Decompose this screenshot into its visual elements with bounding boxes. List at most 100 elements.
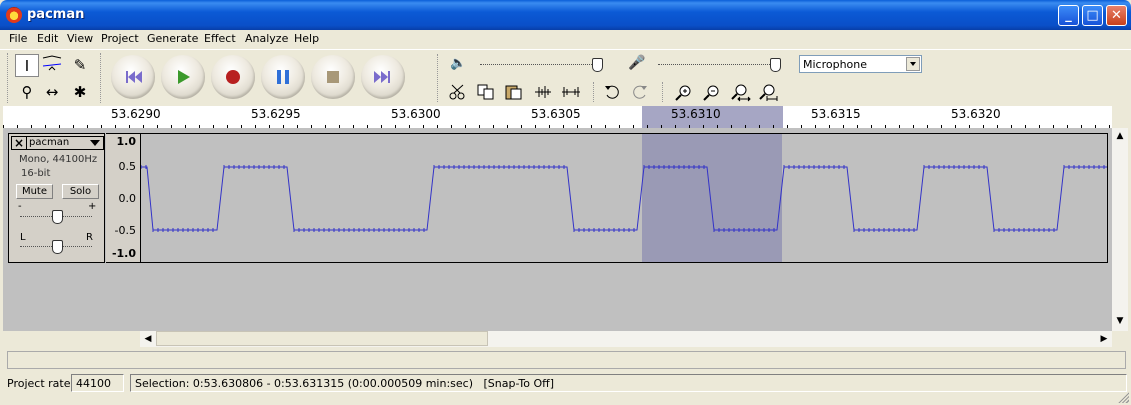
vruler-label: -0.5 xyxy=(114,224,136,237)
project-rate-field[interactable]: 44100 xyxy=(71,374,124,392)
scroll-left-icon[interactable]: ◀ xyxy=(140,331,156,347)
track-rate: Mono, 44100Hz xyxy=(19,154,98,165)
envelope-tool-icon[interactable] xyxy=(40,54,64,77)
status-bar: Project rate: 44100 Selection: 0:53.6308… xyxy=(0,349,1131,405)
toolbar-grip[interactable] xyxy=(7,53,11,103)
output-volume-track[interactable] xyxy=(480,64,600,66)
track-menu-icon[interactable] xyxy=(90,140,100,146)
menu-generate[interactable]: Generate xyxy=(147,32,198,45)
track-format: Mono, 44100Hz 16-bit xyxy=(19,153,97,181)
ruler-label: 53.6295 xyxy=(251,107,301,121)
scroll-right-icon[interactable]: ▶ xyxy=(1096,331,1112,347)
menu-project[interactable]: Project xyxy=(101,32,139,45)
horizontal-scrollbar[interactable]: ◀ ▶ xyxy=(140,331,1112,347)
multi-tool-icon[interactable]: ✱ xyxy=(68,81,92,104)
close-button[interactable]: ✕ xyxy=(1106,5,1127,26)
copy-icon[interactable] xyxy=(474,81,498,103)
menu-help[interactable]: Help xyxy=(294,32,319,45)
timeline-ruler[interactable]: 53.6290 53.6295 53.6300 53.6305 53.6310 … xyxy=(3,106,1112,129)
maximize-button[interactable]: □ xyxy=(1082,5,1103,26)
silence-icon[interactable] xyxy=(558,81,582,103)
ruler-label: 53.6300 xyxy=(391,107,441,121)
skip-end-button[interactable] xyxy=(361,55,405,99)
microphone-icon: 🎤 xyxy=(628,55,646,71)
input-source-value: Microphone xyxy=(803,58,868,71)
minimize-button[interactable]: _ xyxy=(1058,5,1079,26)
cut-icon[interactable] xyxy=(446,81,470,103)
play-button[interactable] xyxy=(161,55,205,99)
stop-button[interactable] xyxy=(311,55,355,99)
fit-project-icon[interactable] xyxy=(756,81,780,103)
scroll-down-icon[interactable]: ▼ xyxy=(1112,313,1128,329)
app-icon[interactable] xyxy=(6,7,22,23)
zoom-in-icon[interactable] xyxy=(672,81,696,103)
menu-file[interactable]: File xyxy=(9,32,27,45)
gain-slider[interactable] xyxy=(52,210,63,224)
draw-tool-icon[interactable]: ✎ xyxy=(68,54,92,77)
track-bits: 16-bit xyxy=(21,168,51,179)
ruler-label: 53.6305 xyxy=(531,107,581,121)
record-button[interactable] xyxy=(211,55,255,99)
vertical-scrollbar[interactable]: ▲ ▼ xyxy=(1112,128,1128,331)
project-rate-label: Project rate: xyxy=(7,377,75,390)
input-volume-slider[interactable] xyxy=(770,58,781,72)
pan-right-label: R xyxy=(86,232,93,243)
vruler-label: -1.0 xyxy=(111,247,136,260)
menu-edit[interactable]: Edit xyxy=(37,32,58,45)
speaker-icon: 🔈 xyxy=(450,56,467,71)
vruler-label: 0.5 xyxy=(118,160,137,173)
waveform-area[interactable] xyxy=(140,133,1108,263)
vruler-label: 0.0 xyxy=(118,192,137,205)
track-control-panel[interactable]: × pacman Mono, 44100Hz 16-bit Mute Solo … xyxy=(8,133,105,263)
track-name: pacman xyxy=(29,137,70,148)
toolbar-grip[interactable] xyxy=(437,54,441,102)
mute-button[interactable]: Mute xyxy=(16,184,53,199)
ruler-label: 53.6315 xyxy=(811,107,861,121)
undo-icon[interactable] xyxy=(600,81,624,103)
zoom-out-icon[interactable] xyxy=(700,81,724,103)
gain-plus-label: + xyxy=(88,201,97,212)
zoom-tool-icon[interactable]: ⚲ xyxy=(15,81,39,104)
audacity-window: pacman _ □ ✕ File Edit View Project Gene… xyxy=(0,0,1131,405)
input-volume-track[interactable] xyxy=(658,64,778,66)
waveform xyxy=(141,165,1107,232)
solo-button[interactable]: Solo xyxy=(62,184,99,199)
menu-bar: File Edit View Project Generate Effect A… xyxy=(0,30,1131,49)
toolbar-grip[interactable] xyxy=(593,82,597,102)
paste-icon[interactable] xyxy=(502,81,526,103)
menu-effect[interactable]: Effect xyxy=(204,32,236,45)
chevron-down-icon[interactable] xyxy=(906,57,920,71)
trim-icon[interactable] xyxy=(530,81,554,103)
selection-info: Selection: 0:53.630806 - 0:53.631315 (0:… xyxy=(135,377,555,390)
menu-view[interactable]: View xyxy=(67,32,93,45)
amplitude-ruler[interactable]: 1.0 0.5 0.0 -0.5 -1.0 xyxy=(106,133,140,263)
close-icon[interactable]: × xyxy=(12,137,27,149)
track-title-bar[interactable]: × pacman xyxy=(11,136,104,150)
input-source-select[interactable]: Microphone xyxy=(799,55,922,73)
toolbar-grip[interactable] xyxy=(100,53,104,103)
pan-slider[interactable] xyxy=(52,240,63,254)
selection-tool-icon[interactable]: I xyxy=(15,54,39,77)
timeshift-tool-icon[interactable]: ↔ xyxy=(40,81,64,104)
track-panel: × pacman Mono, 44100Hz 16-bit Mute Solo … xyxy=(3,128,1112,331)
vruler-label: 1.0 xyxy=(116,135,137,148)
pan-left-label: L xyxy=(20,232,26,243)
ruler-label: 53.6290 xyxy=(111,107,161,121)
fit-selection-icon[interactable] xyxy=(728,81,752,103)
menu-analyze[interactable]: Analyze xyxy=(245,32,288,45)
output-volume-slider[interactable] xyxy=(592,58,603,72)
toolbar-grip[interactable] xyxy=(662,82,666,102)
project-rate-value: 44100 xyxy=(76,377,111,390)
status-message-area xyxy=(7,351,1126,369)
selection-info-field: Selection: 0:53.630806 - 0:53.631315 (0:… xyxy=(130,374,1127,392)
horizontal-scroll-thumb[interactable] xyxy=(156,331,488,346)
title-bar[interactable]: pacman _ □ ✕ xyxy=(0,0,1131,30)
resize-grip-icon[interactable] xyxy=(1117,391,1129,403)
gain-minus-label: - xyxy=(18,201,22,212)
scroll-up-icon[interactable]: ▲ xyxy=(1112,128,1128,144)
redo-icon[interactable] xyxy=(628,81,652,103)
skip-start-button[interactable] xyxy=(111,55,155,99)
pause-button[interactable] xyxy=(261,55,305,99)
waveform-line xyxy=(141,166,1107,231)
ruler-label: 53.6310 xyxy=(671,107,721,121)
